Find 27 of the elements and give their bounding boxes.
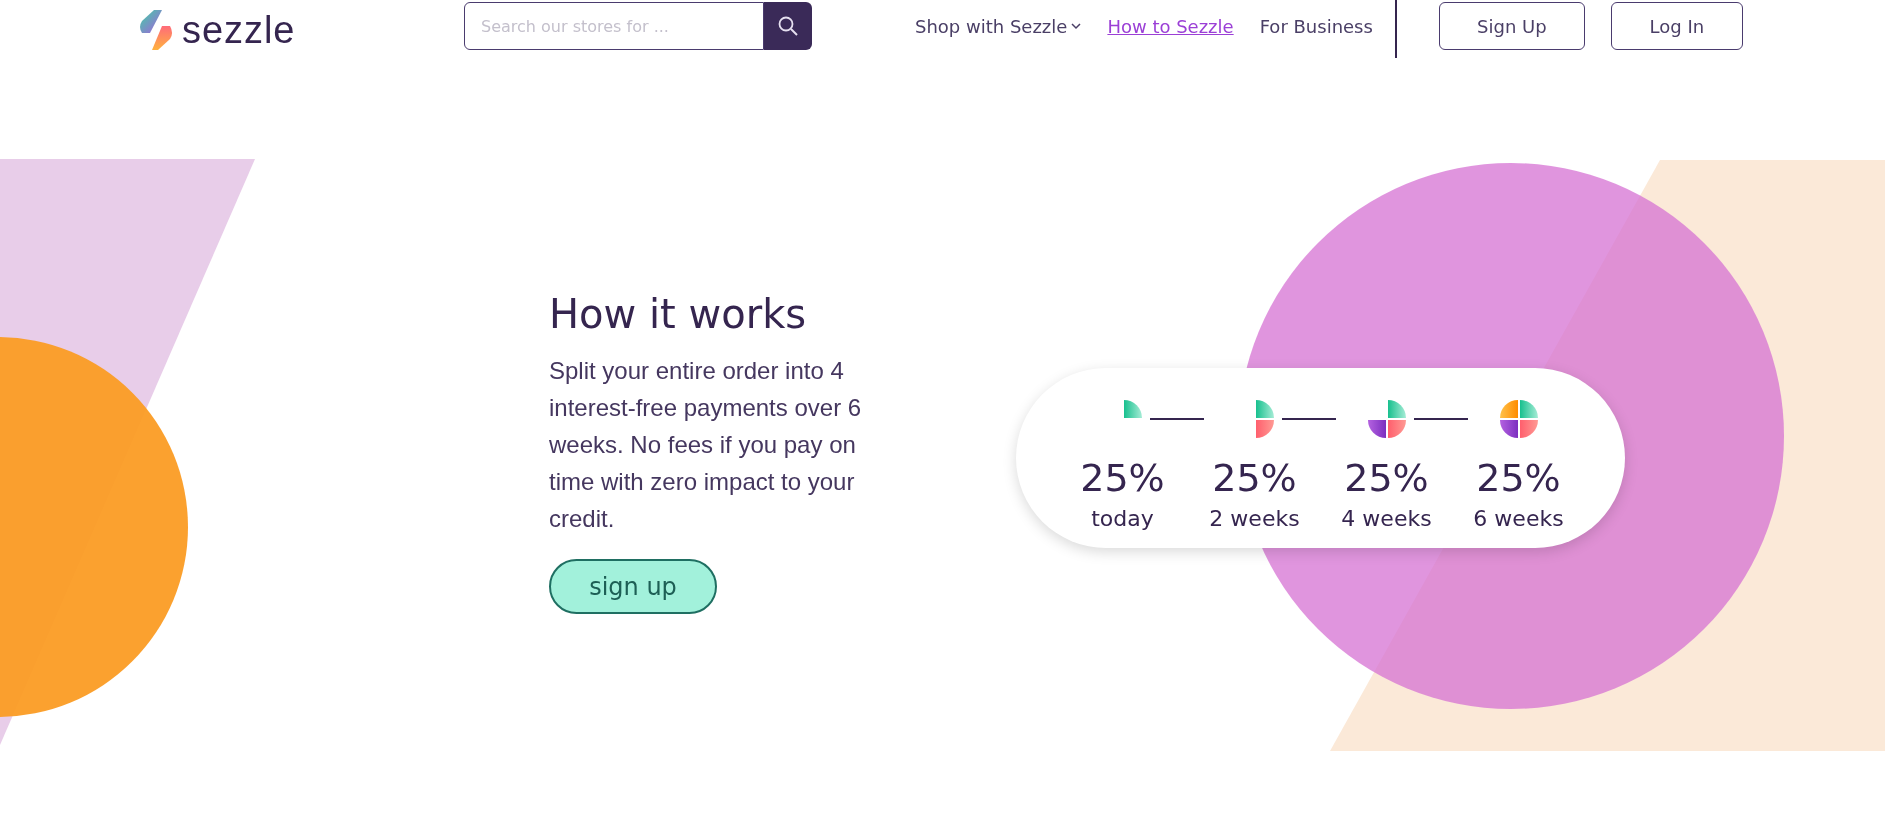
nav-link[interactable]: For Business <box>1259 12 1373 40</box>
logo-icon <box>138 9 174 51</box>
logo-text: sezzle <box>182 11 296 49</box>
payment-time: 4 weeks <box>1341 505 1432 533</box>
log-in-button[interactable]: Log In <box>1610 2 1743 50</box>
nav-link[interactable]: How to Sezzle <box>1107 12 1234 40</box>
percent: 25% <box>1080 456 1165 500</box>
search-icon <box>777 15 799 37</box>
logo[interactable]: sezzle <box>138 9 308 51</box>
percent: 25% <box>1476 456 1561 500</box>
pie-icon <box>1123 400 1142 418</box>
pie-icon <box>1499 400 1538 438</box>
caret-icon <box>1071 22 1082 30</box>
percent: 25% <box>1344 456 1429 500</box>
percent: 25% <box>1212 456 1297 500</box>
sign-up-button[interactable]: Sign Up <box>1438 2 1585 50</box>
search-field[interactable]: Search our stores for ... <box>464 2 764 50</box>
pie-icon <box>1255 400 1274 438</box>
payment-time: 6 weeks <box>1473 505 1564 533</box>
payment-time: 2 weeks <box>1209 505 1300 533</box>
pie-icon <box>1367 400 1406 438</box>
description: Split your entire order into 4 interest-free payments over 6 weeks. No fees if you pay on time with zero impact to your credit. <box>549 356 863 534</box>
search-button[interactable] <box>764 2 812 50</box>
sign-up-button[interactable]: sign up <box>549 559 717 614</box>
nav-menu[interactable]: Shop with Sezzle <box>915 12 1082 40</box>
section-heading: How it works <box>549 290 807 338</box>
payment-time: today <box>1091 505 1154 533</box>
